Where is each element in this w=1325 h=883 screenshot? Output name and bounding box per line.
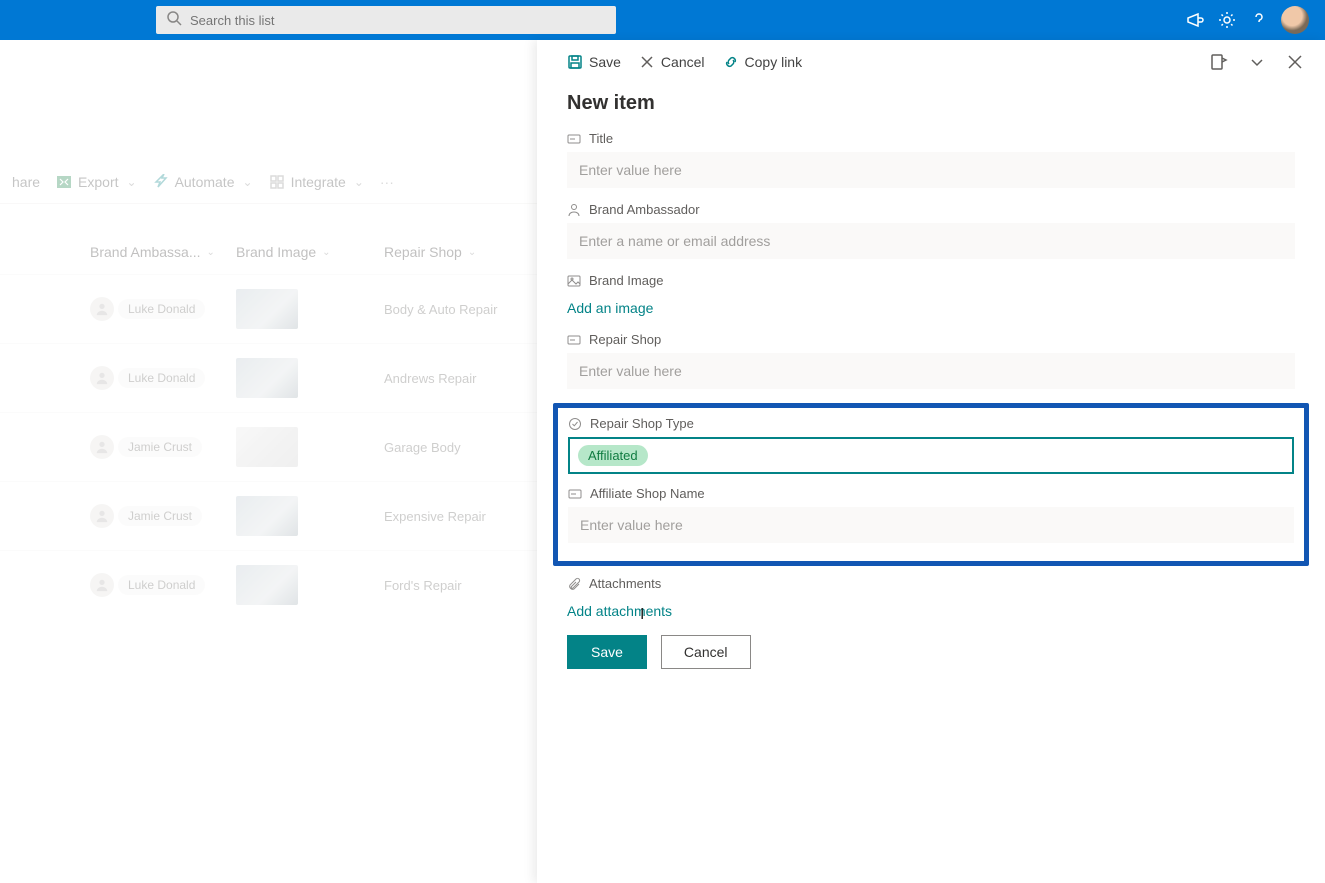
add-image-link[interactable]: Add an image (567, 294, 653, 318)
search-input[interactable] (190, 13, 606, 28)
megaphone-icon[interactable] (1185, 10, 1205, 30)
brand-ambassador-input[interactable] (567, 223, 1295, 259)
field-label: Affiliate Shop Name (590, 486, 705, 501)
repair-shop-type-field: Repair Shop Type Affiliated (568, 416, 1294, 474)
field-label: Repair Shop (589, 332, 661, 347)
title-field: Title (567, 131, 1295, 188)
person-icon (567, 203, 581, 217)
copy-link-button[interactable]: Copy link (723, 54, 803, 70)
link-icon (723, 54, 739, 70)
search-box[interactable] (156, 6, 616, 34)
form-actions: Save Cancel (567, 635, 1295, 669)
choice-chip: Affiliated (578, 445, 648, 466)
panel-toolbar: Save Cancel Copy link (537, 40, 1325, 84)
panel-title: New item (567, 92, 1295, 115)
text-field-icon (567, 132, 581, 146)
field-label: Title (589, 131, 613, 146)
attachment-icon (567, 577, 581, 591)
copy-link-label: Copy link (745, 54, 803, 70)
cancel-button[interactable]: Cancel (639, 54, 705, 70)
panel-overlay (0, 40, 537, 883)
repair-shop-field: Repair Shop (567, 332, 1295, 389)
chevron-down-icon[interactable] (1247, 52, 1267, 72)
add-attachments-link[interactable]: Add attachments (567, 597, 672, 621)
save-form-button[interactable]: Save (567, 635, 647, 669)
brand-image-field: Brand Image Add an image (567, 273, 1295, 318)
attachments-field: Attachments Add attachments (567, 576, 1295, 621)
brand-ambassador-field: Brand Ambassador (567, 202, 1295, 259)
save-button[interactable]: Save (567, 54, 621, 70)
avatar[interactable] (1281, 6, 1309, 34)
repair-shop-input[interactable] (567, 353, 1295, 389)
image-icon (567, 274, 581, 288)
new-item-panel: Save Cancel Copy link New item Title Bra… (537, 40, 1325, 883)
field-label: Brand Ambassador (589, 202, 700, 217)
cancel-label: Cancel (661, 54, 705, 70)
cancel-form-button[interactable]: Cancel (661, 635, 751, 669)
affiliate-shop-name-field: Affiliate Shop Name (568, 486, 1294, 543)
repair-shop-type-select[interactable]: Affiliated (568, 437, 1294, 474)
choice-icon (568, 417, 582, 431)
highlight-box: Repair Shop Type Affiliated Affiliate Sh… (553, 403, 1309, 566)
save-label: Save (589, 54, 621, 70)
title-input[interactable] (567, 152, 1295, 188)
help-icon[interactable] (1249, 10, 1269, 30)
text-field-icon (568, 487, 582, 501)
close-panel-icon[interactable] (1285, 52, 1305, 72)
field-label: Attachments (589, 576, 661, 591)
header-bar (0, 0, 1325, 40)
gear-icon[interactable] (1217, 10, 1237, 30)
close-icon (639, 54, 655, 70)
search-icon (166, 10, 182, 31)
affiliate-shop-name-input[interactable] (568, 507, 1294, 543)
field-label: Brand Image (589, 273, 663, 288)
save-icon (567, 54, 583, 70)
field-label: Repair Shop Type (590, 416, 694, 431)
text-field-icon (567, 333, 581, 347)
edit-form-icon[interactable] (1209, 52, 1229, 72)
